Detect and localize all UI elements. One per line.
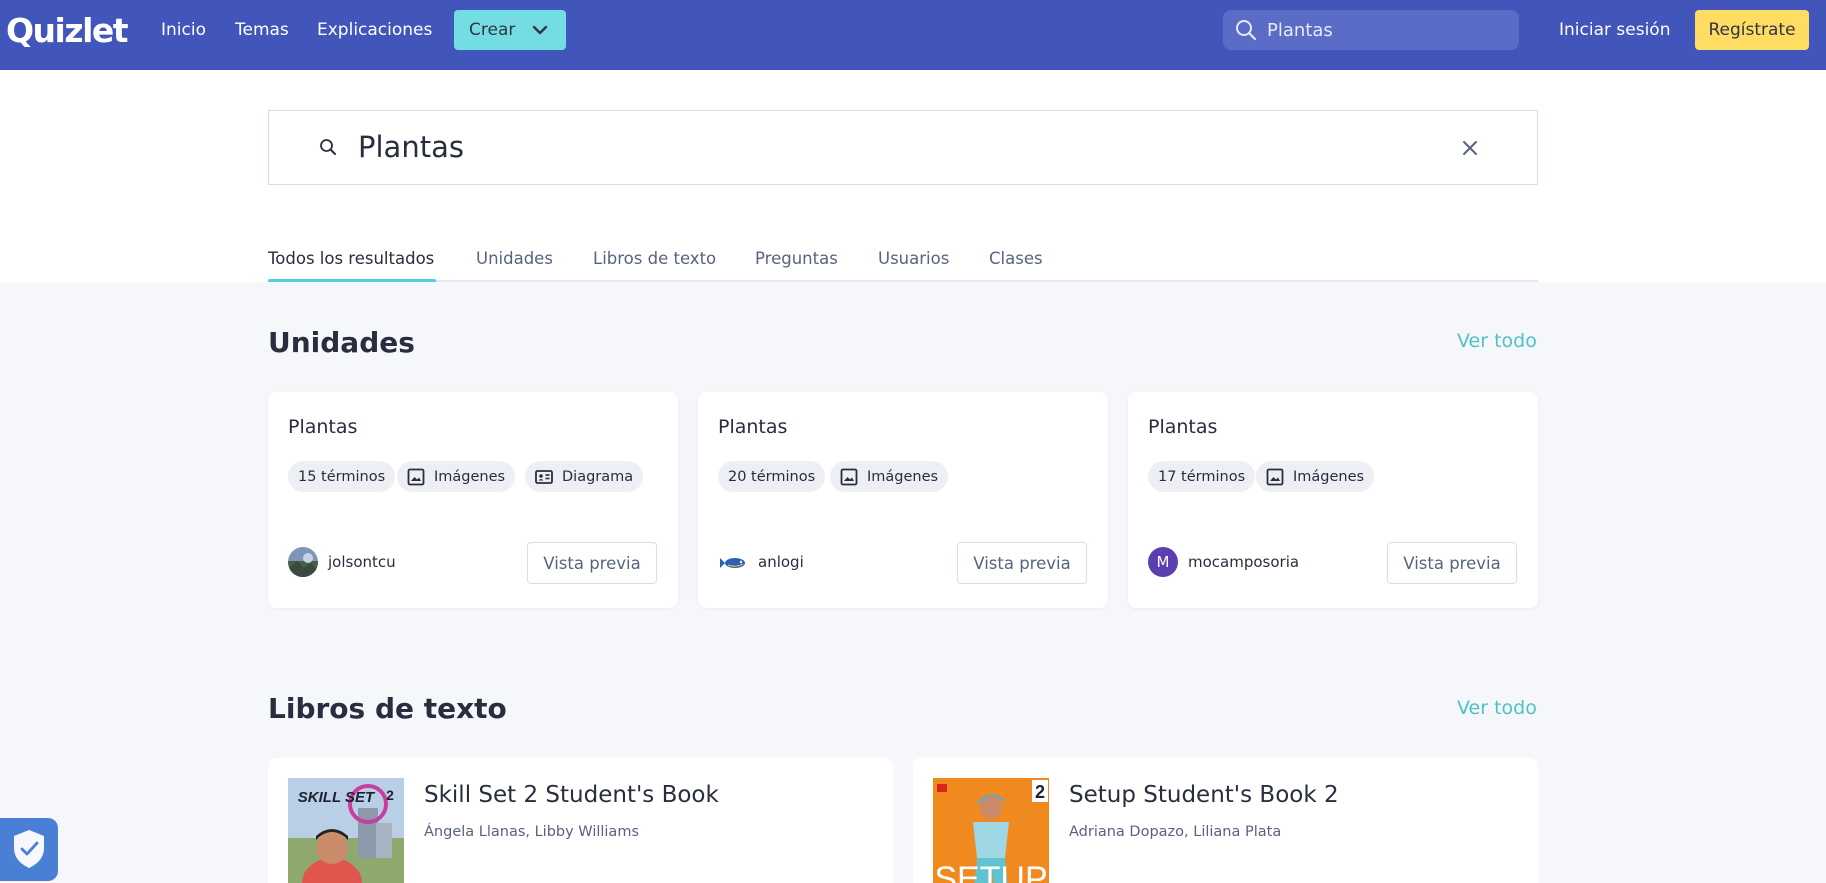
units-see-all-link[interactable]: Ver todo xyxy=(1457,330,1537,352)
image-icon xyxy=(407,468,425,485)
images-badge: Imágenes xyxy=(830,461,949,492)
active-tab-indicator xyxy=(268,279,436,282)
book-title: Setup Student's Book 2 xyxy=(1069,782,1339,808)
search-icon xyxy=(320,139,336,155)
username[interactable]: anlogi xyxy=(758,553,804,571)
preview-button[interactable]: Vista previa xyxy=(527,542,657,584)
unit-title: Plantas xyxy=(1148,416,1218,438)
username[interactable]: mocamposoria xyxy=(1188,553,1299,571)
images-badge: Imágenes xyxy=(397,461,516,492)
textbook-card[interactable]: SKILL SET 2 Skill Set 2 Student's Book Á… xyxy=(268,758,893,883)
create-button[interactable]: Crear xyxy=(454,10,566,50)
book-authors: Adriana Dopazo, Liliana Plata xyxy=(1069,824,1282,840)
image-icon xyxy=(1266,468,1284,485)
unit-title: Plantas xyxy=(718,416,788,438)
units-heading: Unidades xyxy=(268,326,415,359)
login-link[interactable]: Iniciar sesión xyxy=(1559,20,1670,40)
diagram-badge: Diagrama xyxy=(525,461,644,492)
nav-inicio[interactable]: Inicio xyxy=(161,20,206,40)
privacy-shield-button[interactable] xyxy=(0,818,58,881)
tab-usuarios[interactable]: Usuarios xyxy=(878,249,949,268)
terms-count-badge: 17 términos xyxy=(1148,461,1256,492)
diagram-label: Diagrama xyxy=(562,468,634,485)
shield-check-icon xyxy=(14,830,44,868)
unit-title: Plantas xyxy=(288,416,358,438)
avatar xyxy=(718,547,748,577)
terms-count: 17 términos xyxy=(1158,468,1246,485)
tab-unidades[interactable]: Unidades xyxy=(476,249,553,268)
quizlet-logo[interactable]: Quizlet xyxy=(6,11,129,50)
nav-temas[interactable]: Temas xyxy=(235,20,289,40)
book-cover: SKILL SET 2 xyxy=(288,778,404,883)
avatar xyxy=(288,547,318,577)
tabs-divider xyxy=(268,280,1538,282)
book-authors: Ángela Llanas, Libby Williams xyxy=(424,824,640,840)
top-navigation-bar: Quizlet Inicio Temas Explicaciones Crear… xyxy=(0,0,1826,70)
preview-button[interactable]: Vista previa xyxy=(1387,542,1517,584)
tab-preguntas[interactable]: Preguntas xyxy=(755,249,838,268)
book-cover: 2 SETUP xyxy=(933,778,1049,883)
avatar: M xyxy=(1148,547,1178,577)
chevron-down-icon xyxy=(532,25,548,35)
preview-button[interactable]: Vista previa xyxy=(957,542,1087,584)
tab-libros[interactable]: Libros de texto xyxy=(593,249,716,268)
tab-todos[interactable]: Todos los resultados xyxy=(268,249,434,268)
textbooks-see-all-link[interactable]: Ver todo xyxy=(1457,697,1537,719)
images-badge: Imágenes xyxy=(1256,461,1375,492)
terms-count: 15 términos xyxy=(298,468,386,485)
images-label: Imágenes xyxy=(434,468,506,485)
terms-count: 20 términos xyxy=(728,468,816,485)
nav-explicaciones[interactable]: Explicaciones xyxy=(317,20,432,40)
create-label: Crear xyxy=(469,20,516,40)
main-search-value: Plantas xyxy=(358,130,464,164)
header-search-field[interactable]: Plantas xyxy=(1223,10,1519,50)
header-search-value: Plantas xyxy=(1267,20,1333,41)
unit-card[interactable]: Plantas 15 términos Imágenes Diagrama jo… xyxy=(268,392,678,608)
username[interactable]: jolsontcu xyxy=(328,553,396,571)
unit-card[interactable]: Plantas 20 términos Imágenes anlogi Vist… xyxy=(698,392,1108,608)
diagram-icon xyxy=(535,469,553,484)
signup-button[interactable]: Regístrate xyxy=(1695,10,1809,50)
cover-number: 2 xyxy=(386,787,394,803)
cover-title: SKILL SET xyxy=(298,789,376,806)
terms-count-badge: 15 términos xyxy=(288,461,396,492)
cover-title: SETUP xyxy=(934,860,1047,883)
image-icon xyxy=(840,468,858,485)
tab-clases[interactable]: Clases xyxy=(989,249,1043,268)
textbook-card[interactable]: 2 SETUP Setup Student's Book 2 Adriana D… xyxy=(913,758,1538,883)
images-label: Imágenes xyxy=(1293,468,1365,485)
unit-card[interactable]: Plantas 17 términos Imágenes M mocamposo… xyxy=(1128,392,1538,608)
terms-count-badge: 20 términos xyxy=(718,461,826,492)
main-search-input[interactable]: Plantas xyxy=(268,110,1538,185)
book-title: Skill Set 2 Student's Book xyxy=(424,782,719,808)
search-icon xyxy=(1236,20,1257,41)
close-icon[interactable] xyxy=(1460,138,1480,158)
textbooks-heading: Libros de texto xyxy=(268,692,507,725)
cover-number: 2 xyxy=(1035,782,1045,802)
images-label: Imágenes xyxy=(867,468,939,485)
